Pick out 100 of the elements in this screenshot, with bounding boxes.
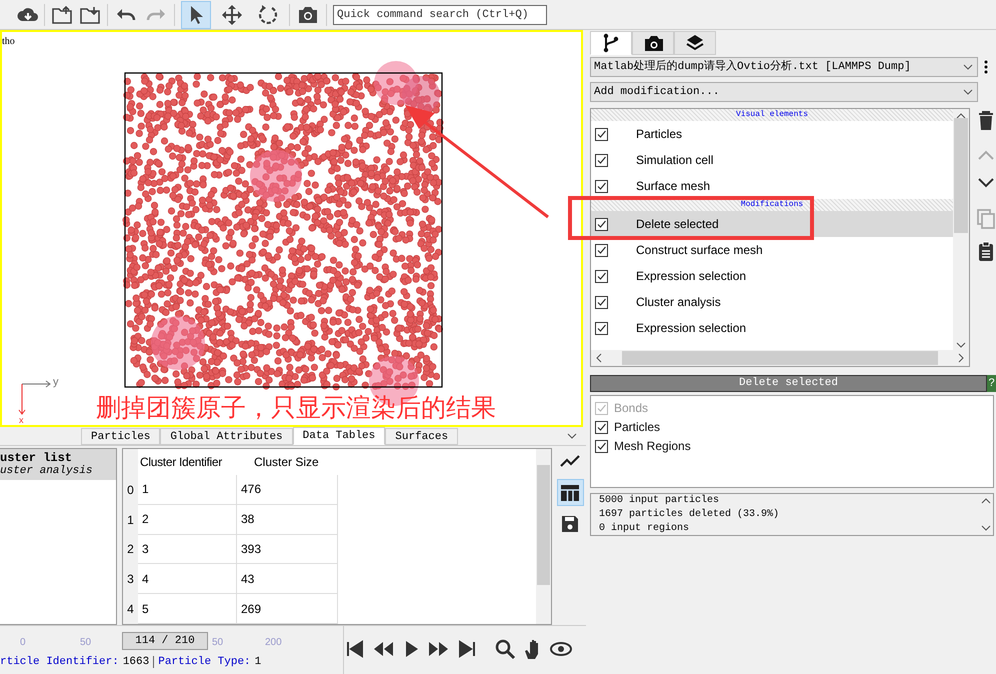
rotate-icon [256,2,280,26]
pipeline-item[interactable]: Expression selection [591,315,953,341]
viewport-caption: tho [2,35,15,49]
panel-tab[interactable] [632,31,674,55]
pipeline-item[interactable]: Expression selection [591,263,953,289]
section-heading: Visual elements [591,109,953,121]
pipeline-item[interactable]: Delete selected [591,211,953,237]
data-tab[interactable]: Particles [81,428,160,445]
table-cell: 269 [237,594,338,624]
checkbox[interactable] [595,180,608,192]
status-text: 5000 input particles [599,494,720,508]
timeline-tick: 50 [80,636,92,650]
item-label: Construct surface mesh [636,242,763,259]
pipeline-item[interactable]: Particles [591,121,953,147]
table-cell: 2 [138,504,237,535]
first-frame-icon[interactable] [344,638,366,660]
add-modification-dropdown[interactable]: Add modification... [590,82,978,102]
viewport[interactable]: tho y x 删掉团簇原子，只显示渲染后的结果 [0,30,583,427]
check-icon [596,154,607,166]
trash-icon[interactable] [976,110,996,132]
axis-label: x [19,416,24,425]
item-label: Expression selection [636,268,746,285]
status-label: Particle Type: [158,654,251,670]
option-label[interactable]: Particles [614,418,660,436]
view-button[interactable] [556,479,584,506]
table-cell: 393 [237,534,338,564]
row-number: 4 [123,594,138,624]
horizontal-scrollbar[interactable] [591,350,969,366]
table-list-item[interactable]: uster list uster analysis [0,449,116,480]
table-cell: 476 [237,475,338,505]
item-label: Particles [636,126,682,143]
check-icon [596,218,607,230]
check-icon [596,270,607,282]
vertical-scrollbar[interactable] [536,449,551,624]
last-frame-icon[interactable] [456,638,478,660]
status-label: rticle Identifier: [0,654,119,670]
vertical-scrollbar[interactable] [953,109,969,352]
section-heading: Modifications [591,199,953,211]
clipboard-icon[interactable] [976,240,996,262]
check-icon [596,244,607,256]
table-subtitle: uster analysis [0,465,94,477]
chevron-down-icon[interactable] [566,431,578,441]
data-tab[interactable]: Global Attributes [160,428,293,445]
annotation-text: 删掉团簇原子，只显示渲染后的结果 [96,396,496,421]
table-cell: 5 [138,594,237,624]
check-icon [596,440,607,452]
panel-tab[interactable] [674,31,716,55]
status-value: 1 [254,654,262,670]
chevron-up-icon [955,111,967,121]
chevron-down-icon [962,87,974,97]
folder-upload-icon[interactable] [51,4,73,26]
checkbox[interactable] [595,296,608,308]
modifier-title-bar: Delete selected [590,375,987,392]
item-label: Delete selected [636,216,719,233]
pipeline-item[interactable]: Simulation cell [591,147,953,173]
more-options-icon[interactable] [984,60,988,74]
pipeline-item[interactable]: Surface mesh [591,173,953,199]
item-label: Expression selection [636,320,746,337]
checkbox[interactable] [595,128,608,140]
mode-button[interactable] [181,0,211,28]
checkbox[interactable] [595,440,608,452]
data-tab[interactable]: Data Tables [292,427,386,445]
data-tab[interactable]: Surfaces [385,428,458,445]
time-slider-handle[interactable]: 114 / 210 [122,632,208,650]
checkbox[interactable] [595,244,608,256]
command-search-field[interactable]: Quick command search (Ctrl+Q) [333,4,547,24]
status-text: 1697 particles deleted (33.9%) [599,508,780,522]
pipeline-item[interactable]: Cluster analysis [591,289,953,315]
row-number: 0 [123,475,138,505]
move-arrows-icon [220,2,244,26]
search-icon[interactable] [494,638,516,660]
column-header: Cluster Identifier [139,454,223,471]
item-label: Cluster analysis [636,294,721,311]
pipeline-source-dropdown[interactable]: Matlab处理后的dump请导入Ovtio分析.txt [LAMMPS Dump] [590,57,978,77]
chevron-down-icon [962,62,974,72]
axis-label: y [53,377,58,388]
timeline-tick: 50 [212,636,224,650]
checkbox[interactable] [595,154,608,166]
pipeline-item[interactable]: Construct surface mesh [591,237,953,263]
row-number: 1 [123,504,138,535]
check-icon [596,322,607,334]
chevron-left-icon [594,352,604,364]
check-icon [596,402,607,414]
help-button[interactable]: ? [987,375,996,392]
checkbox[interactable] [595,270,608,282]
column-header: Cluster Size [253,454,320,471]
check-icon [596,180,607,192]
chevron-down-icon [955,340,967,350]
checkbox[interactable] [595,420,608,434]
checkbox[interactable] [595,218,608,230]
checkbox[interactable] [595,322,608,334]
status-value: 1663 [122,654,150,670]
row-number: 3 [123,564,138,594]
panel-tab[interactable] [590,31,632,55]
chevron-right-icon [956,352,966,364]
timeline-tick: 0 [20,636,26,650]
timeline-tick: 200 [265,636,282,650]
axis-tripod-drawing [18,380,51,415]
table-cell: 3 [138,534,237,564]
option-label[interactable]: Mesh Regions [614,437,691,455]
